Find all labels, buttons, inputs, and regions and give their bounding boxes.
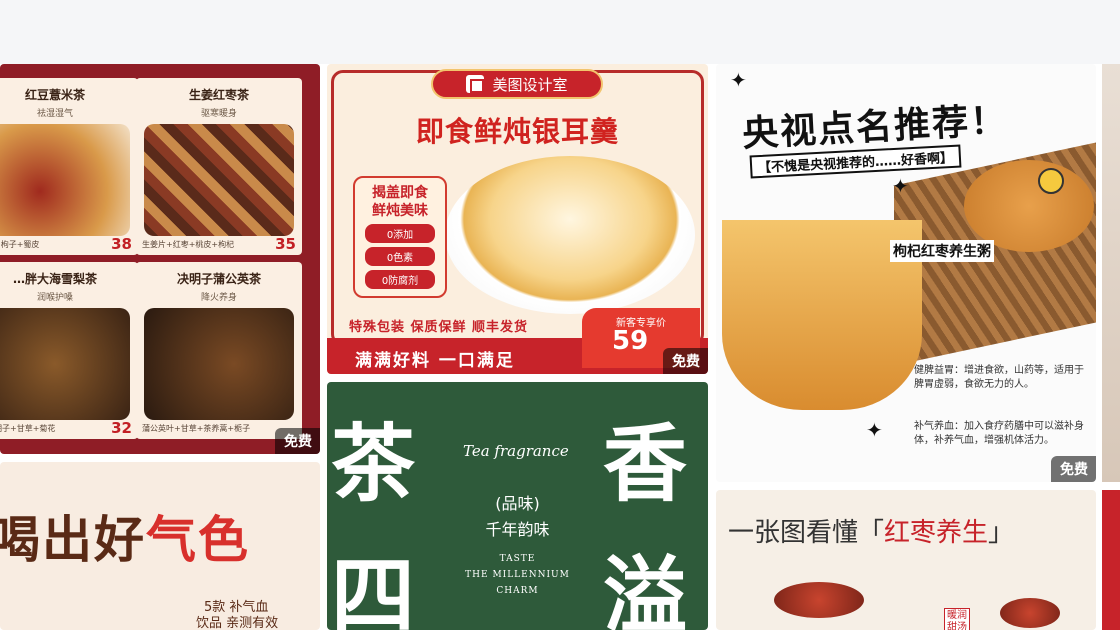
- poster-headline: 央视点名推荐！: [741, 100, 1010, 155]
- dessert-bowl-image: [1000, 598, 1060, 628]
- caption-line: TASTE: [499, 554, 536, 564]
- poster-title: 一张图看懂「红枣养生」: [728, 512, 1014, 549]
- brand-name: 美图设计室: [492, 75, 568, 94]
- tagline-line: 千年韵味: [485, 520, 550, 539]
- tile-title: 生姜红枣茶: [188, 88, 249, 102]
- dessert-bowl-image: [774, 582, 864, 618]
- benefit-note: 补气养血：加入食疗药膳中可以滋补身体，补养气血，增强机体活力。: [914, 421, 1084, 446]
- poster-headline: 喝出好气色: [0, 500, 250, 572]
- tile-footer: …皮+枸子+蜀皮: [0, 240, 40, 249]
- tile-photo: [144, 308, 294, 420]
- next-card-peek[interactable]: [1102, 64, 1120, 482]
- poster-sub: 饮品 亲测有效: [196, 616, 279, 630]
- template-card-silver-ear-soup[interactable]: 美图设计室 即食鲜炖银耳羹 揭盖即食 鲜炖美味 0添加 0色素 0防腐剂 特殊包…: [327, 64, 708, 374]
- headline-part: 喝出好: [0, 511, 146, 569]
- template-card-tea-fragrance[interactable]: 茶 香 四 溢 Tea fragrance (品味) 千年韵味 TASTE TH…: [327, 382, 708, 630]
- caption-line: CHARM: [496, 586, 539, 596]
- tile-subtitle: 润喉护嗓: [36, 293, 73, 303]
- poster-title: 即食鲜炖银耳羹: [415, 115, 619, 148]
- tagline-line: (品味): [495, 494, 540, 513]
- tile-footer: 生姜片+红枣+桃皮+枸杞: [142, 240, 235, 249]
- top-bar: [0, 0, 1120, 64]
- title-accent: 红枣养生: [884, 518, 989, 548]
- headline-accent: 气色: [146, 511, 250, 569]
- tile-2: 生姜红枣茶 驱寒暖身 生姜片+红枣+桃皮+枸杞 35: [136, 78, 302, 255]
- feature-line: 特殊包装 保质保鲜 顺丰发货: [349, 320, 529, 335]
- tile-4: 决明子蒲公英茶 降火养身 蒲公英叶+甘草+茶养蒿+栀子: [136, 262, 302, 439]
- feature-tag: 0添加: [365, 224, 435, 243]
- english-title: Tea fragrance: [463, 442, 569, 460]
- template-card-good-complexion[interactable]: 喝出好气色 5款 补气血 饮品 亲测有效: [0, 462, 320, 630]
- tile-title: 决明子蒲公英茶: [176, 272, 261, 286]
- sparkle-icon: ✦: [730, 68, 747, 92]
- benefit-note: 健脾益胃：增进食欲，山药等，适用于脾胃虚弱，食欲无力的人。: [914, 365, 1084, 390]
- sparkle-icon: ✦: [892, 174, 909, 198]
- brand-pill: 美图设计室: [431, 69, 603, 99]
- feature-tag: 0色素: [365, 247, 435, 266]
- dish-label: 枸杞红枣养生粥: [890, 240, 994, 262]
- brand-logo-icon: [466, 75, 485, 93]
- tile-subtitle: 祛湿湿气: [36, 109, 73, 119]
- next-card-peek[interactable]: [1102, 490, 1120, 630]
- template-card-herbal-tea-grid[interactable]: 红豆薏米茶 祛湿湿气 …皮+枸子+蜀皮 38 生姜红枣茶 驱寒暖身 生姜片+红枣…: [0, 64, 320, 454]
- tile-subtitle: 驱寒暖身: [200, 109, 237, 119]
- free-badge: 免费: [275, 428, 320, 454]
- tile-photo: [144, 124, 294, 236]
- tile-title: …胖大海雪梨茶: [12, 272, 97, 286]
- template-card-cctv-recommend[interactable]: 央视点名推荐！ 【不愧是央视推荐的……好香啊】 枸杞红枣养生粥 健脾益胃：增进食…: [716, 64, 1096, 482]
- feature-heading: 揭盖即食 鲜炖美味: [372, 185, 428, 219]
- tile-1: 红豆薏米茶 祛湿湿气 …皮+枸子+蜀皮 38: [0, 78, 138, 255]
- tile-price: 32: [111, 419, 132, 437]
- tile-photo: [0, 124, 130, 236]
- soup-tag: 暖润 甜汤: [944, 608, 970, 630]
- title-part: 一张图看懂「: [728, 518, 885, 548]
- template-card-red-date-guide[interactable]: 一张图看懂「红枣养生」 暖润 甜汤: [716, 490, 1096, 630]
- tile-photo: [0, 308, 130, 420]
- tea-cup-image: [964, 160, 1094, 252]
- tile-title: 红豆薏米茶: [24, 88, 85, 102]
- tile-subtitle: 降火养身: [200, 293, 237, 303]
- price-value: 59: [612, 326, 649, 356]
- feature-tag: 0防腐剂: [365, 270, 435, 289]
- title-part: 」: [988, 518, 1015, 548]
- tile-footer: 蒲公英叶+甘草+茶养蒿+栀子: [142, 424, 251, 433]
- tile-price: 38: [111, 235, 132, 253]
- feature-box: 揭盖即食 鲜炖美味 0添加 0色素 0防腐剂: [353, 176, 447, 298]
- caption-line: THE MILLENNIUM: [465, 570, 570, 580]
- tile-footer: …决明子+甘草+菊花: [0, 424, 56, 433]
- smiley-icon: [1038, 168, 1064, 194]
- free-badge: 免费: [1051, 456, 1096, 482]
- tile-3: …胖大海雪梨茶 润喉护嗓 …决明子+甘草+菊花 32: [0, 262, 138, 439]
- soup-bowl-image: [445, 156, 695, 314]
- tile-price: 35: [275, 235, 296, 253]
- free-badge: 免费: [663, 348, 708, 374]
- sparkle-icon: ✦: [866, 418, 883, 442]
